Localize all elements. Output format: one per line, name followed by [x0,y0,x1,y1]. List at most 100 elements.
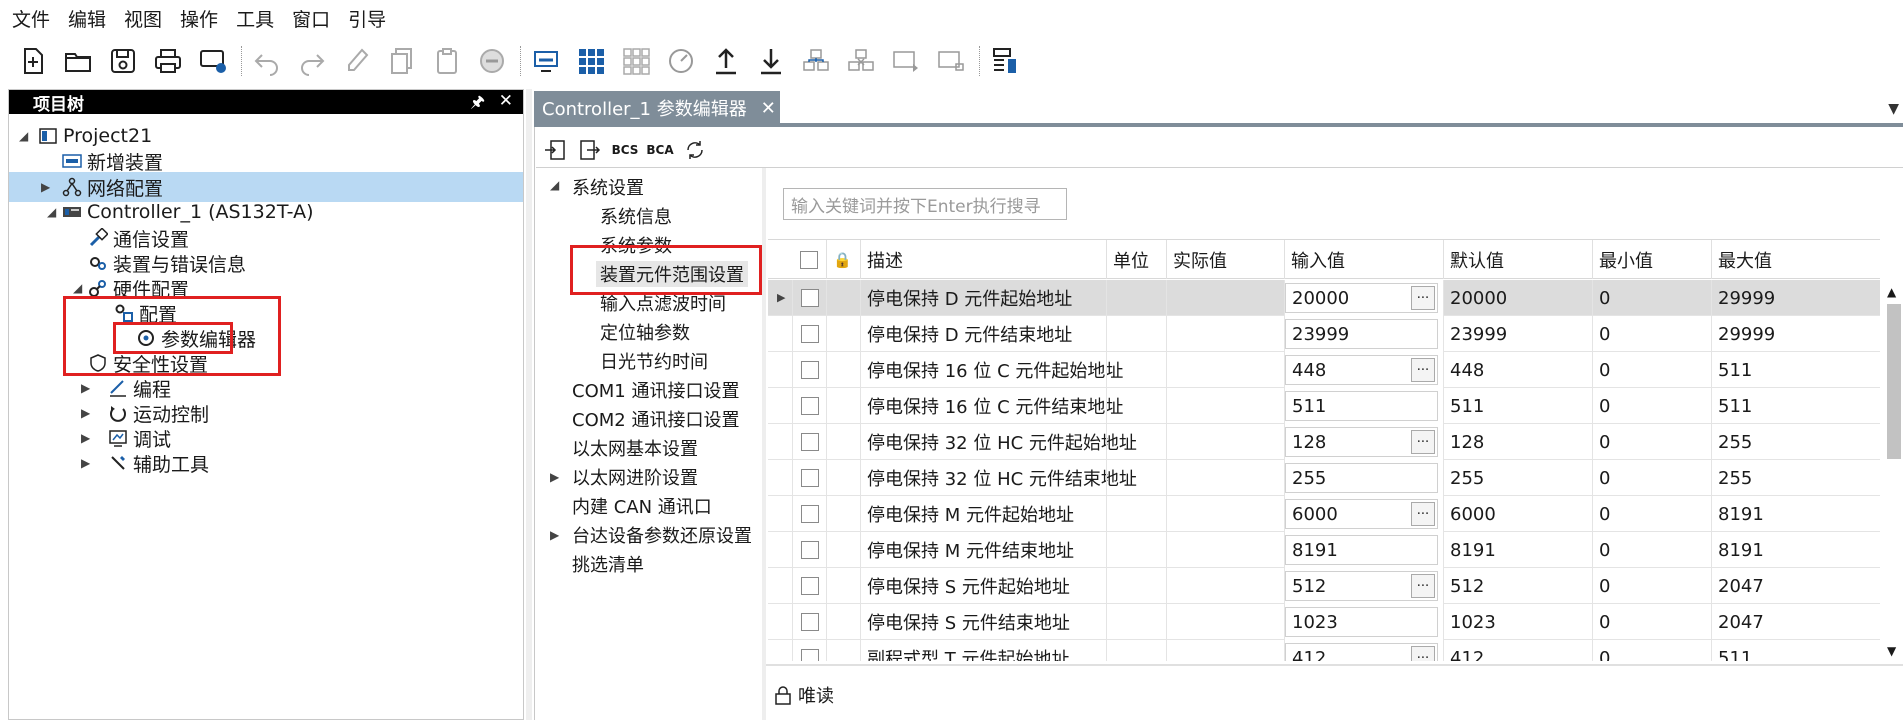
row-checkbox[interactable] [801,541,819,559]
value-input[interactable]: 255 [1285,463,1438,493]
undo-icon[interactable] [248,42,286,80]
table-row[interactable]: 停电保持 32 位 HC 元件结束地址 255 255 0 255 [768,460,1880,496]
value-input[interactable]: 128 ··· [1285,427,1438,457]
header-desc[interactable]: 描述 [860,240,1106,279]
redo-icon[interactable] [293,42,331,80]
cell-input[interactable]: 128 ··· [1284,424,1443,460]
menu-view[interactable]: 视图 [124,5,162,32]
settings-item-system-info[interactable]: 系统信息 [600,203,672,229]
network-disconnect-icon[interactable] [842,42,880,80]
row-checkbox[interactable] [801,613,819,631]
ellipsis-button[interactable]: ··· [1411,502,1435,526]
value-input[interactable]: 1023 [1285,607,1438,637]
ellipsis-button[interactable]: ··· [1411,574,1435,598]
table-row[interactable]: 停电保持 16 位 C 元件起始地址 448 ··· 448 0 511 [768,352,1880,388]
header-max[interactable]: 最大值 [1711,240,1880,279]
settings-item-system[interactable]: 系统设置 [572,174,644,200]
expanded-arrow-icon[interactable]: ◢ [73,281,82,295]
table-row[interactable]: 停电保持 S 元件结束地址 1023 1023 0 2047 [768,604,1880,640]
header-default[interactable]: 默认值 [1443,240,1592,279]
upload-icon[interactable] [707,42,745,80]
cell-input[interactable]: 23999 [1284,316,1443,352]
row-checkbox-cell[interactable] [792,460,826,496]
select-all-checkbox-cell[interactable] [792,240,826,279]
settings-item-delta-restore[interactable]: 台达设备参数还原设置 [572,522,752,548]
value-input[interactable]: 6000 ··· [1285,499,1438,529]
table-row[interactable]: 副程式型 T 元件起始地址 412 ··· 412 0 511 [768,640,1880,661]
expanded-arrow-icon[interactable]: ◢ [19,129,28,143]
expanded-arrow-icon[interactable]: ◢ [550,178,559,192]
network-icon[interactable] [797,42,835,80]
cell-input[interactable]: 6000 ··· [1284,496,1443,532]
value-input[interactable]: 512 ··· [1285,571,1438,601]
value-input[interactable]: 8191 [1285,535,1438,565]
select-all-checkbox[interactable] [800,250,818,269]
bcs-button[interactable]: BCS [610,136,640,164]
table-row[interactable]: 停电保持 D 元件结束地址 23999 23999 0 29999 [768,316,1880,352]
row-checkbox[interactable] [801,289,819,307]
scroll-thumb[interactable] [1887,304,1901,459]
table-row[interactable]: 停电保持 32 位 HC 元件起始地址 128 ··· 128 0 255 [768,424,1880,460]
cell-input[interactable]: 8191 [1284,532,1443,568]
row-checkbox-cell[interactable] [792,640,826,661]
panel-splitter[interactable] [526,89,532,720]
row-checkbox[interactable] [801,649,819,661]
print-icon[interactable] [149,42,187,80]
settings-item-daylight-saving[interactable]: 日光节约时间 [600,348,708,374]
menu-guide[interactable]: 引导 [348,5,386,32]
menu-tools[interactable]: 工具 [236,5,274,32]
settings-item-ethernet-basic[interactable]: 以太网基本设置 [572,435,698,461]
new-file-icon[interactable] [14,42,52,80]
search-input[interactable]: 输入关键词并按下Enter执行搜寻 [783,188,1067,220]
download-icon[interactable] [752,42,790,80]
menu-file[interactable]: 文件 [12,5,50,32]
row-checkbox-cell[interactable] [792,352,826,388]
stop-icon[interactable] [473,42,511,80]
refresh-icon[interactable] [680,136,710,164]
import-icon[interactable] [540,136,570,164]
ellipsis-button[interactable]: ··· [1411,358,1435,382]
screen-icon[interactable] [932,42,970,80]
grid-disabled-icon[interactable] [617,42,655,80]
settings-item-com2[interactable]: COM2 通讯接口设置 [572,406,739,432]
list-icon[interactable] [986,42,1024,80]
value-input[interactable]: 23999 [1285,319,1438,349]
settings-item-ethernet-advanced[interactable]: 以太网进阶设置 [572,464,698,490]
ellipsis-button[interactable]: ··· [1411,430,1435,454]
table-row[interactable]: ▶ 停电保持 D 元件起始地址 20000 ··· 20000 0 29999 [768,280,1880,316]
close-tab-icon[interactable]: ✕ [761,98,776,119]
gauge-icon[interactable] [662,42,700,80]
paste-icon[interactable] [428,42,466,80]
settings-item-can-port[interactable]: 内建 CAN 通讯口 [572,493,712,519]
table-row[interactable]: 停电保持 S 元件起始地址 512 ··· 512 0 2047 [768,568,1880,604]
cell-input[interactable]: 511 [1284,388,1443,424]
tab-parameter-editor[interactable]: Controller_1 参数编辑器 ✕ [534,91,780,125]
cell-input[interactable]: 512 ··· [1284,568,1443,604]
menu-edit[interactable]: 编辑 [68,5,106,32]
value-input[interactable]: 412 ··· [1285,643,1438,661]
cell-input[interactable]: 448 ··· [1284,352,1443,388]
copy-icon[interactable] [383,42,421,80]
scroll-down-icon[interactable]: ▼ [1887,644,1896,658]
close-icon[interactable]: ✕ [499,91,513,111]
table-row[interactable]: 停电保持 M 元件起始地址 6000 ··· 6000 0 8191 [768,496,1880,532]
row-checkbox-cell[interactable] [792,496,826,532]
row-checkbox-cell[interactable] [792,604,826,640]
grid-scrollbar[interactable]: ▲ ▼ [1884,282,1903,662]
value-input[interactable]: 20000 ··· [1285,283,1438,313]
grid-icon[interactable] [572,42,610,80]
value-input[interactable]: 448 ··· [1285,355,1438,385]
menu-window[interactable]: 窗口 [292,5,330,32]
header-unit[interactable]: 单位 [1106,240,1166,279]
monitor-icon[interactable] [527,42,565,80]
cell-input[interactable]: 255 [1284,460,1443,496]
row-checkbox[interactable] [801,361,819,379]
collapsed-arrow-icon[interactable]: ▶ [550,528,559,542]
settings-item-com1[interactable]: COM1 通讯接口设置 [572,377,739,403]
row-checkbox-cell[interactable] [792,388,826,424]
settings-item-pick-list[interactable]: 挑选清单 [572,551,644,577]
ellipsis-button[interactable]: ··· [1411,286,1435,310]
screen-forward-icon[interactable] [887,42,925,80]
export-icon[interactable] [575,136,605,164]
row-checkbox-cell[interactable] [792,532,826,568]
